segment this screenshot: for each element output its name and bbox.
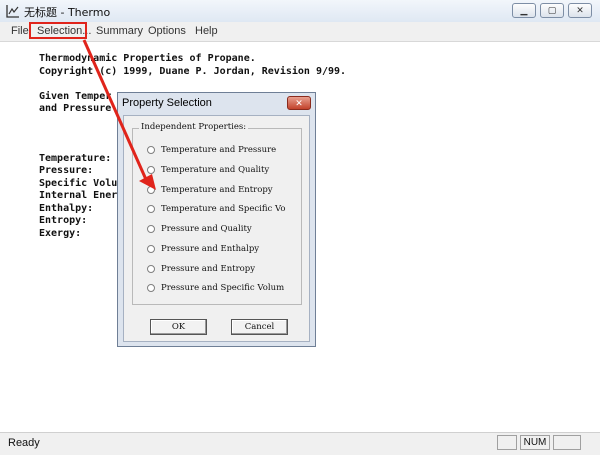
radio-button[interactable]: [147, 205, 155, 213]
radio-pressure-entropy[interactable]: Pressure and Entropy: [147, 263, 255, 275]
menu-file[interactable]: File: [11, 25, 29, 37]
independent-properties-group: Independent Properties: Temperature and …: [132, 122, 302, 305]
radio-temperature-entropy[interactable]: Temperature and Entropy: [147, 184, 273, 196]
app-chart-icon: [6, 5, 19, 18]
group-label: Independent Properties:: [139, 122, 249, 132]
radio-button[interactable]: [147, 245, 155, 253]
status-text: Ready: [8, 437, 40, 449]
dialog-body: Independent Properties: Temperature and …: [123, 115, 310, 342]
label-pressure: Pressure:: [39, 165, 94, 176]
radio-button[interactable]: [147, 265, 155, 273]
doc-copyright: Copyright (c) 1999, Duane P. Jordan, Rev…: [39, 66, 347, 77]
radio-label: Temperature and Pressure: [161, 145, 277, 155]
doc-given-line2: and Pressure: [39, 103, 112, 114]
radio-button[interactable]: [147, 146, 155, 154]
window-title: 无标题 - Thermo: [24, 6, 111, 19]
label-entropy: Entropy:: [39, 215, 88, 226]
menu-options[interactable]: Options: [148, 25, 186, 37]
annotation-highlight-box: [29, 22, 87, 39]
label-exergy: Exergy:: [39, 228, 82, 239]
radio-label: Temperature and Entropy: [161, 185, 273, 195]
radio-button[interactable]: [147, 166, 155, 174]
menu-summary[interactable]: Summary: [96, 25, 143, 37]
status-panel-num: NUM: [520, 435, 550, 450]
radio-label: Temperature and Specific Vo: [161, 204, 286, 214]
radio-pressure-enthalpy[interactable]: Pressure and Enthalpy: [147, 243, 259, 255]
cancel-button[interactable]: Cancel: [231, 319, 288, 335]
radio-label: Pressure and Enthalpy: [161, 244, 260, 254]
radio-label: Temperature and Quality: [161, 165, 270, 175]
radio-label: Pressure and Quality: [161, 224, 252, 234]
dialog-title: Property Selection: [122, 97, 212, 109]
status-panel-caps: [497, 435, 517, 450]
radio-button[interactable]: [147, 225, 155, 233]
radio-temperature-quality[interactable]: Temperature and Quality: [147, 164, 269, 176]
minimize-button[interactable]: ▁: [512, 3, 536, 18]
status-bar: Ready NUM: [0, 432, 600, 455]
radio-temperature-pressure[interactable]: Temperature and Pressure: [147, 144, 276, 156]
property-selection-dialog: Property Selection ✕ Independent Propert…: [117, 92, 316, 347]
radio-temperature-specific-volume[interactable]: Temperature and Specific Vo: [147, 203, 285, 215]
close-button[interactable]: ✕: [568, 3, 592, 18]
label-specific-volume: Specific Volu: [39, 178, 118, 189]
dialog-close-button[interactable]: ✕: [287, 96, 311, 110]
menu-help[interactable]: Help: [195, 25, 218, 37]
radio-label: Pressure and Specific Volum: [161, 283, 285, 293]
label-temperature: Temperature:: [39, 153, 112, 164]
radio-pressure-specific-volume[interactable]: Pressure and Specific Volum: [147, 282, 284, 294]
doc-given-line1: Given Temper: [39, 91, 112, 102]
radio-button[interactable]: [147, 186, 155, 194]
radio-label: Pressure and Entropy: [161, 264, 256, 274]
radio-pressure-quality[interactable]: Pressure and Quality: [147, 223, 252, 235]
maximize-button[interactable]: ▢: [540, 3, 564, 18]
label-enthalpy: Enthalpy:: [39, 203, 94, 214]
ok-button[interactable]: OK: [150, 319, 207, 335]
menu-bar: File Selection... Summary Options Help: [0, 22, 600, 42]
status-panel-scroll: [553, 435, 581, 450]
title-bar: 无标题 - Thermo ▁ ▢ ✕: [0, 0, 600, 23]
doc-heading: Thermodynamic Properties of Propane.: [39, 53, 256, 64]
radio-button[interactable]: [147, 284, 155, 292]
label-internal-energy: Internal Ener: [39, 190, 118, 201]
